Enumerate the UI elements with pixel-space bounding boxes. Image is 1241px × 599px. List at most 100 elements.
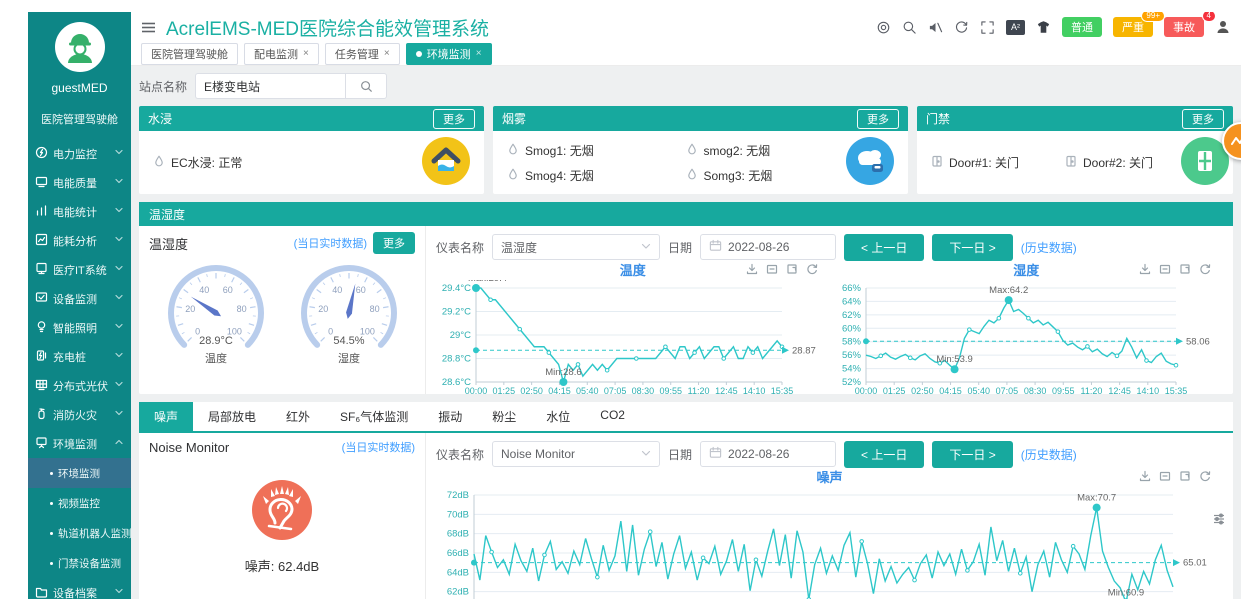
next-day-button[interactable]: 下一日 > — [932, 441, 1012, 468]
sensor-tab-粉尘[interactable]: 粉尘 — [477, 402, 531, 431]
refresh-icon[interactable] — [1199, 470, 1211, 482]
save-image-icon[interactable] — [1139, 263, 1151, 275]
sidebar-item-消防火灾[interactable]: 消防火灾 — [28, 400, 131, 429]
sidebar-item-label: 设备监测 — [53, 291, 97, 307]
svg-text:60%: 60% — [841, 323, 861, 334]
sidebar-item-医疗IT系统[interactable]: 医疗IT系统 — [28, 255, 131, 284]
sidebar-subitem-环境监测[interactable]: 环境监测 — [28, 458, 131, 488]
sidebar-item-智能照明[interactable]: 智能照明 — [28, 313, 131, 342]
realtime-data-label: (当日实时数据) — [294, 235, 367, 251]
sidebar-item-label: 电力监控 — [53, 146, 97, 162]
sensor-tab-噪声[interactable]: 噪声 — [139, 402, 193, 431]
lighting-icon — [35, 320, 48, 336]
sidebar-subitem-门禁设备监测[interactable]: 门禁设备监测 — [28, 548, 131, 578]
sidebar-subitem-label: 门禁设备监测 — [58, 556, 121, 571]
sidebar-item-设备档案[interactable]: 设备档案 — [28, 578, 131, 599]
theme-icon[interactable] — [1036, 20, 1051, 35]
sensor-status-text: Door#1: 关门 — [949, 154, 1019, 171]
sidebar-item-设备监测[interactable]: 设备监测 — [28, 284, 131, 313]
bullet-dot — [50, 562, 53, 565]
energy-analysis-icon-glyph — [35, 233, 48, 246]
more-button[interactable]: 更多 — [1182, 109, 1224, 129]
sidebar-item-电力监控[interactable]: 电力监控 — [28, 139, 131, 168]
meter-select-value: Noise Monitor — [501, 447, 575, 461]
temperature-chart[interactable]: 28.6°C28.8°C29°C29.2°C29.4°C00:0001:2502… — [436, 280, 830, 398]
search-icon[interactable] — [902, 20, 917, 35]
history-data-link[interactable]: (历史数据) — [1021, 446, 1077, 463]
energy-analysis-icon — [35, 233, 48, 249]
sidebar-item-环境监测[interactable]: 环境监测 — [28, 429, 131, 458]
font-size-icon[interactable]: A² — [1006, 20, 1025, 35]
chart-filter-icon[interactable] — [1213, 513, 1225, 528]
sensor-status-item: Smog4: 无烟 — [507, 167, 662, 184]
sidebar-subitem-轨道机器人监测[interactable]: 轨道机器人监测 — [28, 518, 131, 548]
noise-chart[interactable]: 60dB62dB64dB66dB68dB70dB72dB00:0000:4001… — [436, 487, 1223, 599]
user-icon[interactable] — [1215, 19, 1231, 35]
menu-collapse-icon[interactable] — [141, 21, 156, 34]
refresh-icon[interactable] — [1199, 263, 1211, 275]
close-tab-icon[interactable]: × — [476, 48, 482, 59]
tab-配电监测[interactable]: 配电监测× — [244, 43, 319, 65]
restore-icon[interactable] — [1179, 470, 1191, 482]
sidebar-item-能耗分析[interactable]: 能耗分析 — [28, 226, 131, 255]
tab-任务管理[interactable]: 任务管理 × — [325, 43, 400, 65]
more-button[interactable]: 更多 — [373, 232, 415, 254]
alarm-badge-严重[interactable]: 严重99+ — [1113, 17, 1153, 37]
chart-toolbox — [1139, 263, 1211, 275]
sensor-tab-水位[interactable]: 水位 — [531, 402, 585, 431]
refresh-icon[interactable] — [806, 263, 818, 275]
date-label: 日期 — [668, 239, 692, 256]
sidebar-item-分布式光伏[interactable]: 分布式光伏 — [28, 371, 131, 400]
svg-text:Max:29.4: Max:29.4 — [468, 280, 507, 284]
close-tab-icon[interactable]: × — [384, 48, 390, 59]
search-button[interactable] — [345, 73, 387, 99]
svg-text:14:10: 14:10 — [1136, 386, 1159, 396]
data-zoom-icon[interactable] — [1159, 470, 1171, 482]
sensor-tab-振动[interactable]: 振动 — [423, 402, 477, 431]
date-input[interactable]: 2022-08-26 — [700, 441, 836, 467]
svg-text:28.8°C: 28.8°C — [442, 354, 471, 365]
date-input[interactable]: 2022-08-26 — [700, 234, 836, 260]
target-icon[interactable] — [876, 20, 891, 35]
more-button[interactable]: 更多 — [433, 109, 475, 129]
restore-icon[interactable] — [1179, 263, 1191, 275]
card-body-门禁: Door#1: 关门Door#2: 关门 — [917, 131, 1233, 194]
data-zoom-icon[interactable] — [1159, 263, 1171, 275]
svg-text:54%: 54% — [841, 364, 861, 375]
chevron-down-icon — [114, 292, 124, 305]
tab-环境监测[interactable]: 环境监测× — [406, 43, 492, 65]
fullscreen-icon[interactable] — [980, 20, 995, 35]
mute-icon[interactable] — [928, 20, 943, 35]
history-data-link[interactable]: (历史数据) — [1021, 239, 1077, 256]
alarm-badge-事故[interactable]: 事故4 — [1164, 17, 1204, 37]
close-tab-icon[interactable]: × — [303, 48, 309, 59]
sensor-tab-CO2[interactable]: CO2 — [585, 402, 640, 431]
save-image-icon[interactable] — [1139, 470, 1151, 482]
sensor-tab-局部放电[interactable]: 局部放电 — [193, 402, 271, 431]
data-zoom-icon[interactable] — [766, 263, 778, 275]
sidebar-subitem-视频监控[interactable]: 视频监控 — [28, 488, 131, 518]
meter-select[interactable]: 温湿度 — [492, 234, 660, 260]
restore-icon[interactable] — [786, 263, 798, 275]
sensor-tab-红外[interactable]: 红外 — [271, 402, 325, 431]
sidebar-item-电能质量[interactable]: 电能质量 — [28, 168, 131, 197]
humidity-chart[interactable]: 52%54%56%58%60%62%64%66%00:0001:2502:500… — [830, 280, 1224, 398]
svg-text:08:30: 08:30 — [1023, 386, 1046, 396]
prev-day-button[interactable]: < 上一日 — [844, 441, 924, 468]
next-day-button[interactable]: 下一日 > — [932, 234, 1012, 261]
save-image-icon[interactable] — [746, 263, 758, 275]
sidebar-item-dashboard[interactable]: 医院管理驾驶舱 — [28, 111, 131, 127]
sidebar-item-充电桩[interactable]: 充电桩 — [28, 342, 131, 371]
more-button[interactable]: 更多 — [857, 109, 899, 129]
prev-day-button[interactable]: < 上一日 — [844, 234, 924, 261]
site-name-input[interactable] — [195, 73, 345, 99]
sensor-tab-SF₆气体监测[interactable]: SF₆气体监测 — [325, 402, 423, 431]
svg-text:64%: 64% — [841, 296, 861, 307]
meter-select[interactable]: Noise Monitor — [492, 441, 660, 467]
alarm-count-badge: 4 — [1202, 12, 1216, 22]
sidebar-item-电能统计[interactable]: 电能统计 — [28, 197, 131, 226]
alarm-badge-普通[interactable]: 普通 — [1062, 17, 1102, 37]
tab-医院管理驾驶舱[interactable]: 医院管理驾驶舱 — [141, 43, 238, 65]
sync-icon[interactable] — [954, 20, 969, 35]
tab-label: 任务管理 — [335, 46, 379, 62]
